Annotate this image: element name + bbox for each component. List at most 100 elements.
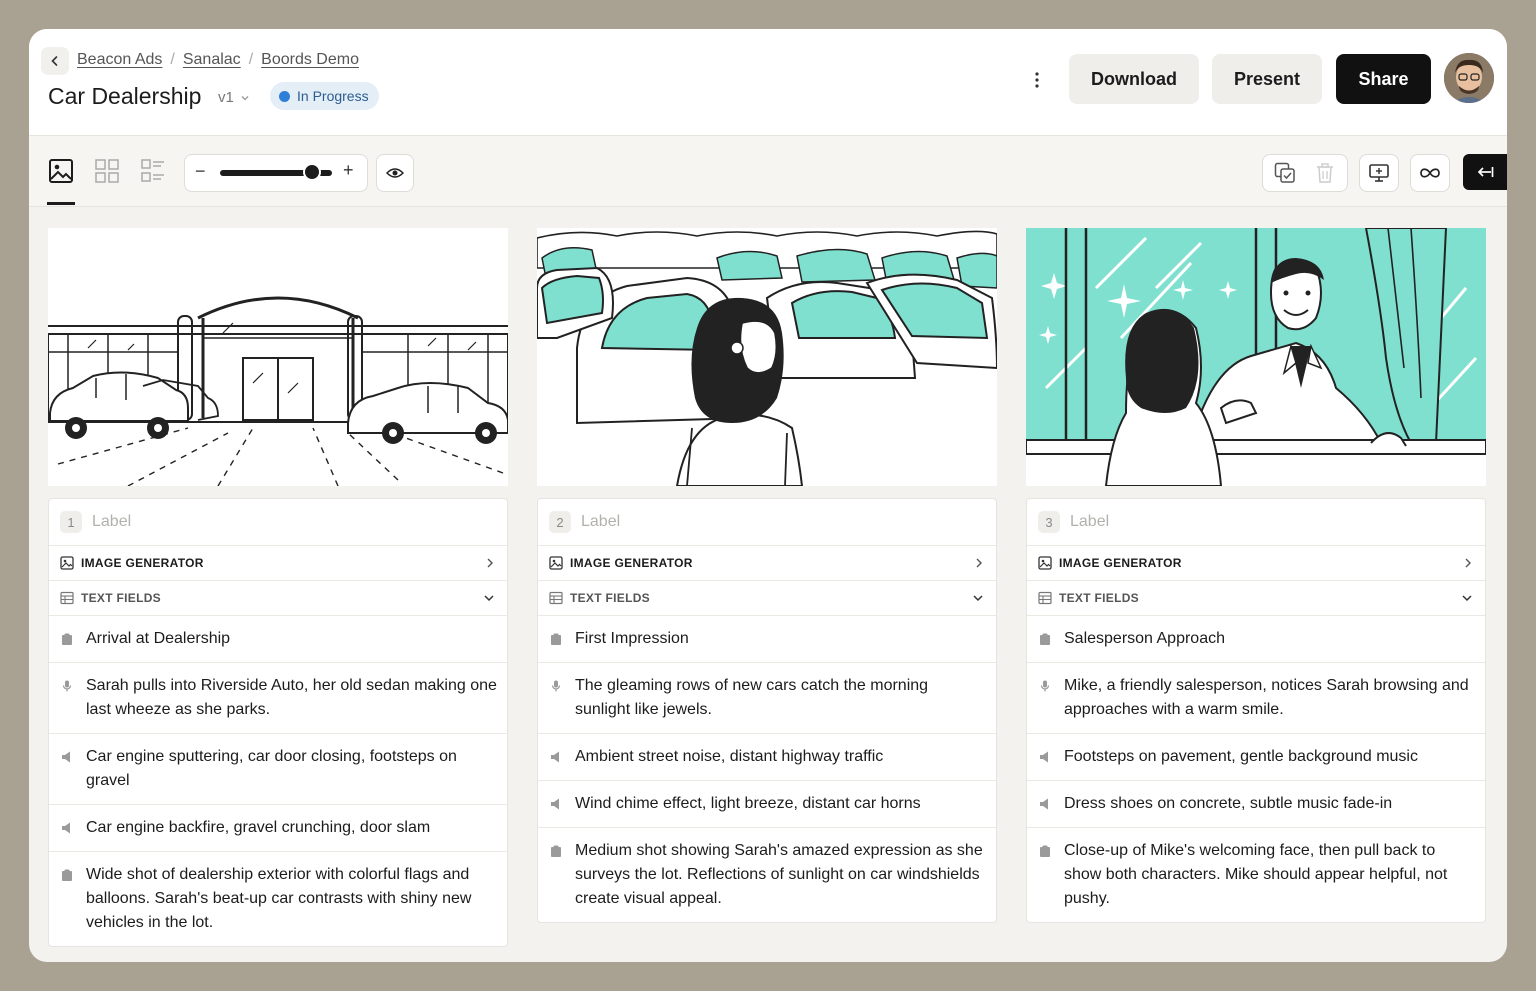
image-view-toggle[interactable] [46, 156, 76, 186]
visibility-toggle[interactable] [376, 154, 414, 192]
clipboard-icon [550, 633, 562, 645]
clipboard-icon [61, 633, 73, 645]
text-field-notes[interactable]: Wide shot of dealership exterior with co… [49, 852, 507, 946]
text-field-title[interactable]: Arrival at Dealership [49, 616, 507, 663]
salesperson-illustration [1026, 228, 1486, 486]
text-fields-section[interactable]: TEXT FIELDS [1027, 581, 1485, 616]
frame-label-row[interactable]: 2 Label [538, 499, 996, 546]
zoom-in-button[interactable]: + [343, 160, 354, 181]
image-generator-label: IMAGE GENERATOR [81, 556, 204, 570]
field-text: Car engine sputtering, car door closing,… [86, 748, 457, 789]
field-text: Footsteps on pavement, gentle background… [1064, 748, 1418, 765]
text-field-sfx[interactable]: Car engine backfire, gravel crunching, d… [49, 805, 507, 852]
frame-label-input[interactable]: Label [581, 513, 620, 531]
present-button[interactable]: Present [1212, 54, 1322, 104]
text-field-sfx[interactable]: Wind chime effect, light breeze, distant… [538, 781, 996, 828]
image-icon [60, 556, 74, 570]
field-text: Wind chime effect, light breeze, distant… [575, 795, 921, 812]
frame-number: 1 [60, 511, 82, 533]
frame-image[interactable] [537, 228, 997, 486]
toolbar: − + [29, 136, 1507, 207]
text-field-title[interactable]: Salesperson Approach [1027, 616, 1485, 663]
image-generator-section[interactable]: IMAGE GENERATOR [538, 546, 996, 581]
table-icon [60, 591, 74, 605]
text-field-sound[interactable]: Footsteps on pavement, gentle background… [1027, 734, 1485, 781]
collapse-panel-button[interactable] [1463, 154, 1507, 190]
text-field-notes[interactable]: Close-up of Mike's welcoming face, then … [1027, 828, 1485, 922]
frame-details-panel: 3 Label IMAGE GENERATOR TEXT FIELDS Sale… [1026, 498, 1486, 923]
image-icon [549, 556, 563, 570]
chevron-right-icon [487, 558, 493, 568]
breadcrumb-separator: / [170, 51, 175, 68]
chevron-left-icon [51, 56, 58, 66]
user-avatar-image [1444, 53, 1494, 103]
zoom-out-button[interactable]: − [195, 161, 206, 182]
page-title[interactable]: Car Dealership [48, 83, 201, 110]
image-generator-section[interactable]: IMAGE GENERATOR [49, 546, 507, 581]
image-generator-section[interactable]: IMAGE GENERATOR [1027, 546, 1485, 581]
speaker-icon [550, 751, 562, 763]
speaker-icon [61, 751, 73, 763]
status-badge[interactable]: In Progress [270, 82, 379, 110]
image-generator-label: IMAGE GENERATOR [570, 556, 693, 570]
more-options-button[interactable] [1026, 67, 1048, 93]
avatar[interactable] [1444, 53, 1494, 103]
list-view-toggle[interactable] [138, 156, 168, 186]
zoom-slider-handle[interactable] [303, 163, 321, 181]
zoom-control: − + [184, 154, 368, 192]
download-button[interactable]: Download [1069, 54, 1199, 104]
chevron-right-icon [1465, 558, 1471, 568]
chevron-right-icon [976, 558, 982, 568]
frame-number: 2 [549, 511, 571, 533]
active-view-indicator [47, 202, 75, 205]
text-field-notes[interactable]: Medium shot showing Sarah's amazed expre… [538, 828, 996, 922]
back-button[interactable] [41, 47, 69, 75]
field-text: Mike, a friendly salesperson, notices Sa… [1064, 677, 1469, 718]
text-field-voiceover[interactable]: Mike, a friendly salesperson, notices Sa… [1027, 663, 1485, 734]
frame-label-input[interactable]: Label [92, 513, 131, 531]
field-text: Sarah pulls into Riverside Auto, her old… [86, 677, 497, 718]
header: Beacon Ads / Sanalac / Boords Demo Car D… [29, 29, 1507, 136]
share-button[interactable]: Share [1336, 54, 1431, 104]
select-all-button[interactable] [1265, 155, 1305, 191]
field-text: Close-up of Mike's welcoming face, then … [1064, 842, 1448, 907]
monitor-icon [1369, 164, 1389, 182]
frame-card: 1 Label IMAGE GENERATOR TEXT FIELDS Arri… [48, 228, 508, 947]
field-text: The gleaming rows of new cars catch the … [575, 677, 929, 718]
breadcrumb-sanalac[interactable]: Sanalac [183, 51, 241, 69]
text-field-voiceover[interactable]: The gleaming rows of new cars catch the … [538, 663, 996, 734]
app-window: Beacon Ads / Sanalac / Boords Demo Car D… [29, 29, 1507, 962]
field-text: Car engine backfire, gravel crunching, d… [86, 819, 431, 836]
selection-actions [1262, 154, 1348, 192]
link-button[interactable] [1410, 154, 1450, 192]
frame-label-row[interactable]: 1 Label [49, 499, 507, 546]
breadcrumb-boords-demo[interactable]: Boords Demo [261, 51, 359, 69]
text-fields-section[interactable]: TEXT FIELDS [538, 581, 996, 616]
text-field-voiceover[interactable]: Sarah pulls into Riverside Auto, her old… [49, 663, 507, 734]
frame-image[interactable] [1026, 228, 1486, 486]
frame-label-row[interactable]: 3 Label [1027, 499, 1485, 546]
frame-card: 3 Label IMAGE GENERATOR TEXT FIELDS Sale… [1026, 228, 1486, 923]
speaker-icon [1039, 798, 1051, 810]
breadcrumb-beacon-ads[interactable]: Beacon Ads [77, 51, 162, 69]
field-text: Salesperson Approach [1064, 630, 1225, 647]
chevron-down-icon [241, 95, 249, 100]
text-field-sound[interactable]: Ambient street noise, distant highway tr… [538, 734, 996, 781]
breadcrumb: Beacon Ads / Sanalac / Boords Demo [77, 51, 359, 69]
text-fields-section[interactable]: TEXT FIELDS [49, 581, 507, 616]
chevron-down-icon [973, 595, 983, 602]
text-field-sound[interactable]: Car engine sputtering, car door closing,… [49, 734, 507, 805]
mic-icon [61, 680, 73, 692]
frame-image[interactable] [48, 228, 508, 486]
field-text: Dress shoes on concrete, subtle music fa… [1064, 795, 1393, 812]
frame-details-panel: 2 Label IMAGE GENERATOR TEXT FIELDS Firs… [537, 498, 997, 923]
clipboard-icon [550, 845, 562, 857]
trash-icon [1317, 163, 1333, 183]
version-selector[interactable]: v1 [218, 89, 250, 106]
grid-view-toggle[interactable] [92, 156, 122, 186]
presentation-button[interactable] [1359, 154, 1399, 192]
frame-label-input[interactable]: Label [1070, 513, 1109, 531]
delete-button[interactable] [1305, 155, 1345, 191]
text-field-sfx[interactable]: Dress shoes on concrete, subtle music fa… [1027, 781, 1485, 828]
text-field-title[interactable]: First Impression [538, 616, 996, 663]
